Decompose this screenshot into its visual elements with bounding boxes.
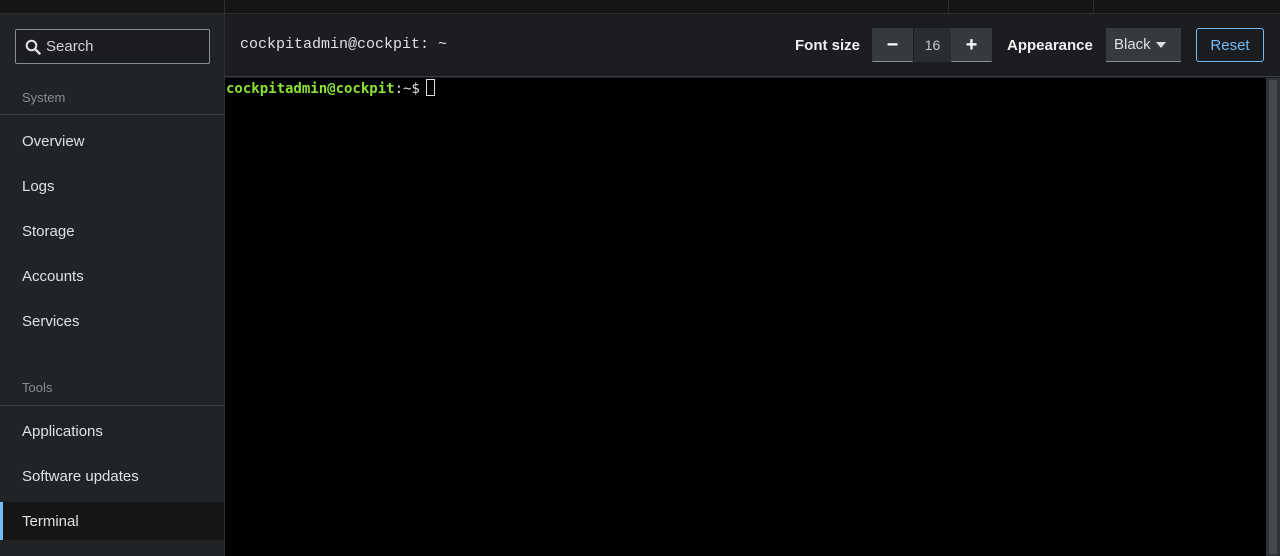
section-label-system: System <box>22 90 66 105</box>
reset-button[interactable]: Reset <box>1196 28 1264 62</box>
terminal-title: cockpitadmin@cockpit: ~ <box>240 36 448 53</box>
scrollbar-thumb[interactable] <box>1269 80 1277 554</box>
search-input[interactable] <box>46 30 206 63</box>
section-label-tools: Tools <box>22 380 53 395</box>
top-strip-divider <box>1093 0 1094 13</box>
terminal-prompt-line: cockpitadmin@cockpit:~$ <box>226 79 435 98</box>
sidebar-item-terminal[interactable]: Terminal <box>0 502 224 540</box>
font-size-label: Font size <box>795 37 861 54</box>
terminal-scrollbar[interactable] <box>1266 78 1280 556</box>
search-icon <box>25 39 41 55</box>
prompt-path: :~$ <box>394 81 420 97</box>
sidebar-item-overview[interactable]: Overview <box>0 122 224 160</box>
caret-down-icon <box>1156 42 1166 48</box>
search-box[interactable] <box>15 29 210 64</box>
top-strip <box>0 0 1280 14</box>
sidebar-item-accounts[interactable]: Accounts <box>0 257 224 295</box>
sidebar: System Overview Logs Storage Accounts Se… <box>0 14 225 556</box>
sidebar-item-software-updates[interactable]: Software updates <box>0 457 224 495</box>
sidebar-item-storage[interactable]: Storage <box>0 212 224 250</box>
appearance-label: Appearance <box>1007 37 1093 54</box>
top-strip-divider <box>948 0 949 13</box>
font-size-value[interactable]: 16 <box>914 28 951 62</box>
font-size-increase-button[interactable]: + <box>951 28 992 62</box>
terminal-toolbar: cockpitadmin@cockpit: ~ Font size − 16 +… <box>225 14 1280 77</box>
prompt-user: cockpitadmin@cockpit <box>226 81 395 97</box>
appearance-select[interactable]: Black <box>1106 28 1181 62</box>
divider <box>0 114 224 115</box>
top-strip-divider <box>224 0 225 13</box>
sidebar-item-services[interactable]: Services <box>0 302 224 340</box>
sidebar-item-applications[interactable]: Applications <box>0 412 224 450</box>
terminal-cursor <box>425 79 435 96</box>
sidebar-item-logs[interactable]: Logs <box>0 167 224 205</box>
font-size-decrease-button[interactable]: − <box>872 28 913 62</box>
divider <box>0 405 224 406</box>
appearance-select-value: Black <box>1114 36 1151 53</box>
terminal-screen[interactable]: cockpitadmin@cockpit:~$ <box>225 78 1266 556</box>
